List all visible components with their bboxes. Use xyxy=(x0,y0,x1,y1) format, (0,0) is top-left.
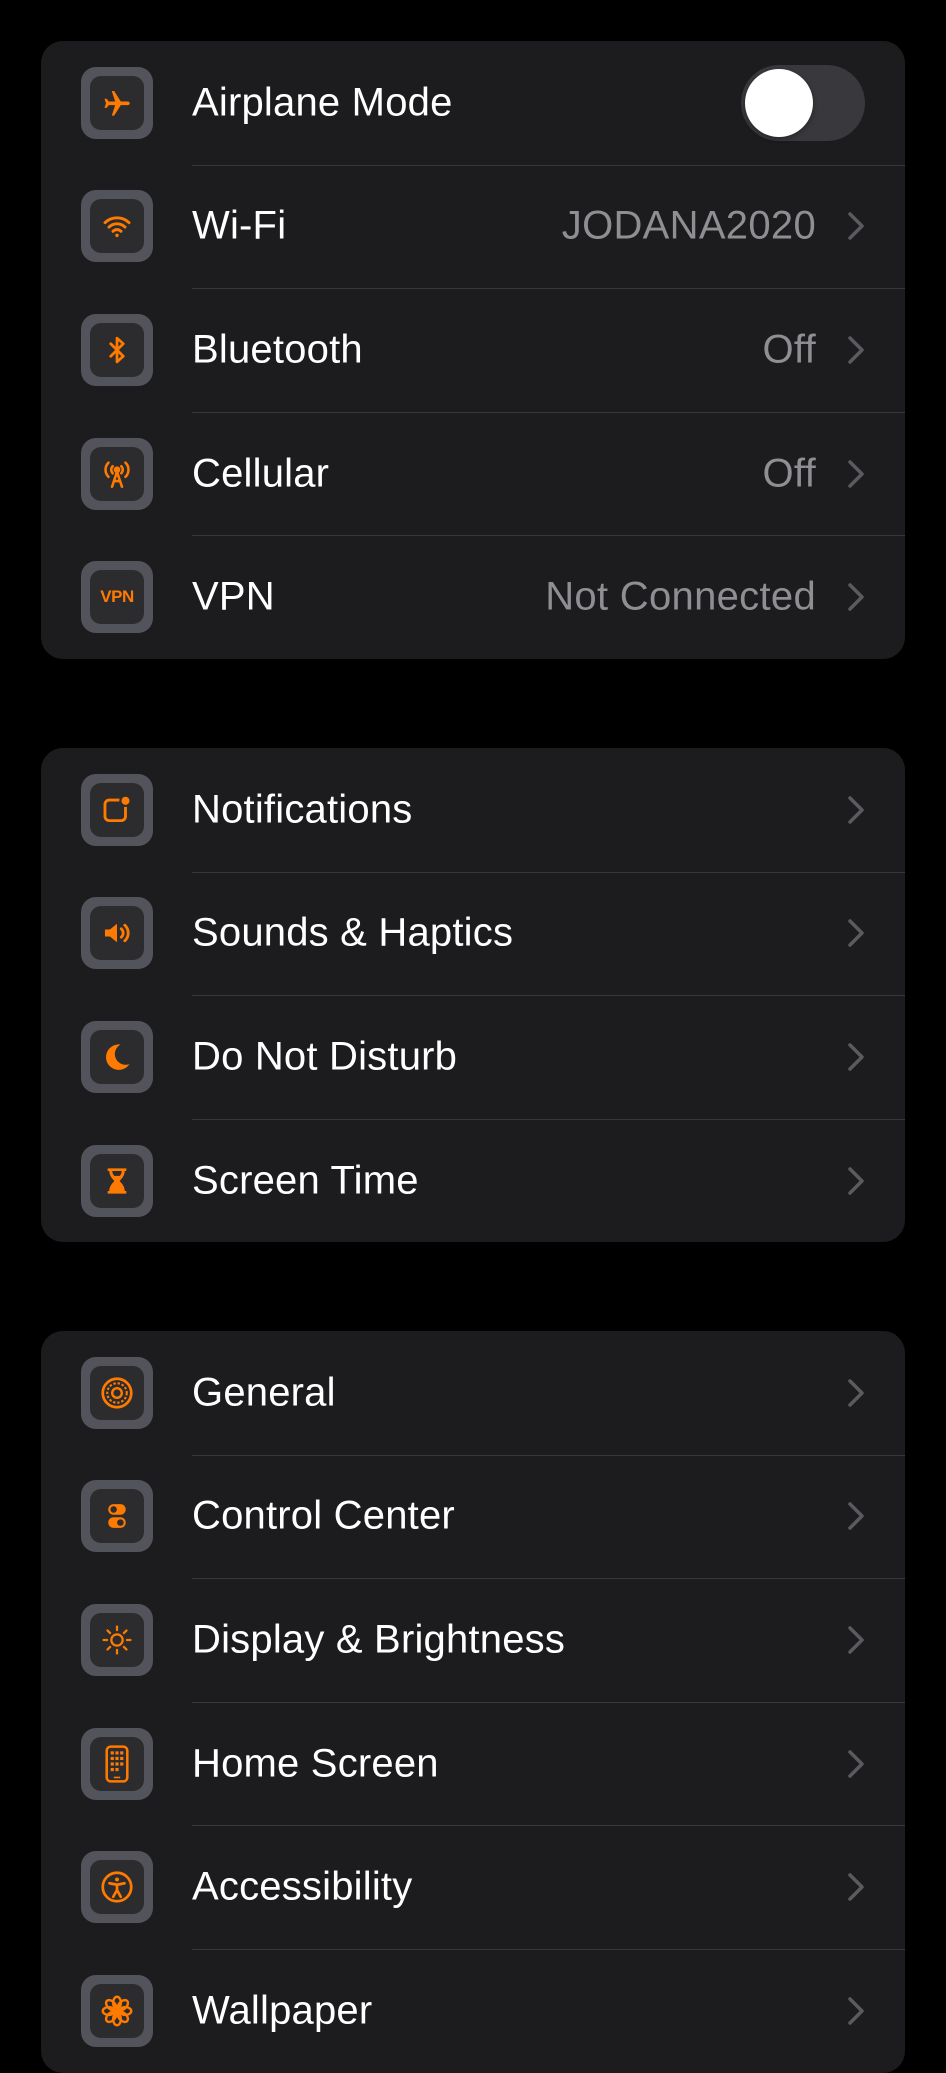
chevron-right-icon xyxy=(848,919,864,948)
row-bluetooth[interactable]: Bluetooth Off xyxy=(41,288,905,412)
chevron-right-icon xyxy=(848,1166,864,1195)
row-display-brightness[interactable]: Display & Brightness xyxy=(41,1578,905,1702)
row-home-screen[interactable]: Home Screen xyxy=(41,1701,905,1826)
gear-icon xyxy=(81,1356,153,1429)
accessibility-icon xyxy=(81,1851,153,1924)
chevron-right-icon xyxy=(848,1043,864,1071)
row-accessibility[interactable]: Accessibility xyxy=(41,1825,905,1949)
chevron-right-icon xyxy=(848,583,864,611)
toggle-knob xyxy=(745,68,813,137)
speaker-icon xyxy=(81,897,153,970)
row-control-center[interactable]: Control Center xyxy=(41,1454,905,1579)
settings-group-general: General Control Center Display & Brightn… xyxy=(41,1331,905,2073)
cellular-antenna-icon xyxy=(81,437,153,510)
chevron-right-icon xyxy=(848,1749,864,1778)
sounds-haptics-label: Sounds & Haptics xyxy=(192,910,514,955)
row-airplane-mode[interactable]: Airplane Mode xyxy=(41,41,905,165)
chevron-right-icon xyxy=(848,336,864,364)
cellular-value: Off xyxy=(762,451,816,496)
notifications-icon xyxy=(81,773,153,846)
row-notifications[interactable]: Notifications xyxy=(41,748,905,872)
wifi-icon xyxy=(81,190,153,263)
toggles-icon xyxy=(81,1480,153,1553)
row-vpn[interactable]: VPN VPN Not Connected xyxy=(41,535,905,659)
settings-group-connectivity: Airplane Mode Wi-Fi JODANA2020 Bluetooth… xyxy=(41,41,905,659)
moon-icon xyxy=(81,1020,153,1093)
airplane-mode-toggle[interactable] xyxy=(741,64,865,141)
chevron-right-icon xyxy=(848,459,864,488)
wallpaper-label: Wallpaper xyxy=(192,1988,373,2033)
row-do-not-disturb[interactable]: Do Not Disturb xyxy=(41,995,905,1119)
vpn-icon-text: VPN xyxy=(100,587,134,607)
row-wifi[interactable]: Wi-Fi JODANA2020 xyxy=(41,164,905,289)
phone-grid-icon xyxy=(81,1727,153,1800)
chevron-right-icon xyxy=(848,1379,864,1407)
chevron-right-icon xyxy=(848,1997,864,2025)
cellular-label: Cellular xyxy=(192,451,330,496)
bluetooth-value: Off xyxy=(762,327,816,372)
control-center-label: Control Center xyxy=(192,1493,455,1538)
bluetooth-icon xyxy=(81,313,153,386)
wifi-network-value: JODANA2020 xyxy=(561,203,816,248)
display-brightness-label: Display & Brightness xyxy=(192,1617,566,1662)
vpn-status-value: Not Connected xyxy=(545,574,816,619)
settings-group-notifications: Notifications Sounds & Haptics Do Not Di… xyxy=(41,748,905,1243)
wifi-label: Wi-Fi xyxy=(192,203,287,248)
hourglass-icon xyxy=(81,1144,153,1217)
accessibility-label: Accessibility xyxy=(192,1864,413,1909)
row-screen-time[interactable]: Screen Time xyxy=(41,1118,905,1243)
chevron-right-icon xyxy=(848,212,864,241)
general-label: General xyxy=(192,1370,336,1415)
sun-icon xyxy=(81,1603,153,1676)
chevron-right-icon xyxy=(848,1873,864,1901)
home-screen-label: Home Screen xyxy=(192,1741,439,1786)
row-cellular[interactable]: Cellular Off xyxy=(41,411,905,536)
vpn-icon: VPN xyxy=(81,561,153,634)
row-sounds-haptics[interactable]: Sounds & Haptics xyxy=(41,871,905,996)
airplane-mode-label: Airplane Mode xyxy=(192,80,453,125)
vpn-label: VPN xyxy=(192,574,275,619)
chevron-right-icon xyxy=(848,1502,864,1531)
chevron-right-icon xyxy=(848,796,864,824)
row-general[interactable]: General xyxy=(41,1331,905,1455)
bluetooth-label: Bluetooth xyxy=(192,327,363,372)
screen-time-label: Screen Time xyxy=(192,1158,419,1203)
do-not-disturb-label: Do Not Disturb xyxy=(192,1034,458,1079)
airplane-icon xyxy=(81,66,153,139)
chevron-right-icon xyxy=(848,1626,864,1654)
notifications-label: Notifications xyxy=(192,787,413,832)
row-wallpaper[interactable]: Wallpaper xyxy=(41,1948,905,2073)
flower-icon xyxy=(81,1974,153,2047)
